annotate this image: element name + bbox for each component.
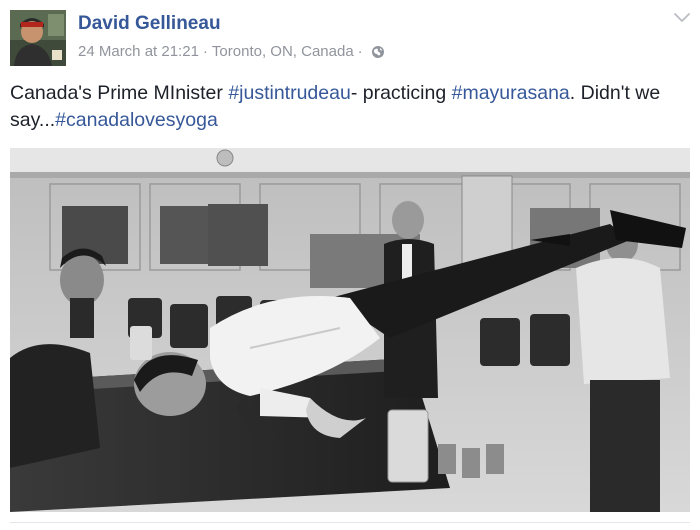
post-location[interactable]: Toronto, ON, Canada [212,43,354,60]
avatar[interactable] [10,10,66,66]
facebook-post: David Gellineau 24 March at 21:21 · Toront… [0,0,700,530]
divider [10,522,690,523]
photo-illustration [10,148,690,512]
post-text-segment: - practicing [350,82,452,104]
post-timestamp[interactable]: 24 March at 21:21 [78,43,199,60]
chevron-down-icon[interactable] [672,10,692,26]
hashtag-link[interactable]: #mayurasana [452,82,570,104]
meta-separator: · [357,43,363,60]
avatar-image [10,10,66,66]
globe-icon[interactable] [371,45,385,59]
hashtag-link[interactable]: #canadalovesyoga [55,109,218,131]
post-photo[interactable] [10,148,690,512]
author-name[interactable]: David Gellineau [78,13,221,35]
post-text-segment: Canada's Prime MInister [10,82,229,104]
hashtag-link[interactable]: #justintrudeau [228,82,351,104]
post-text: Canada's Prime MInister #justintrudeau- … [10,80,690,134]
post-meta: 24 March at 21:21 · Toronto, ON, Canada · [78,43,385,60]
meta-separator: · [202,43,208,60]
